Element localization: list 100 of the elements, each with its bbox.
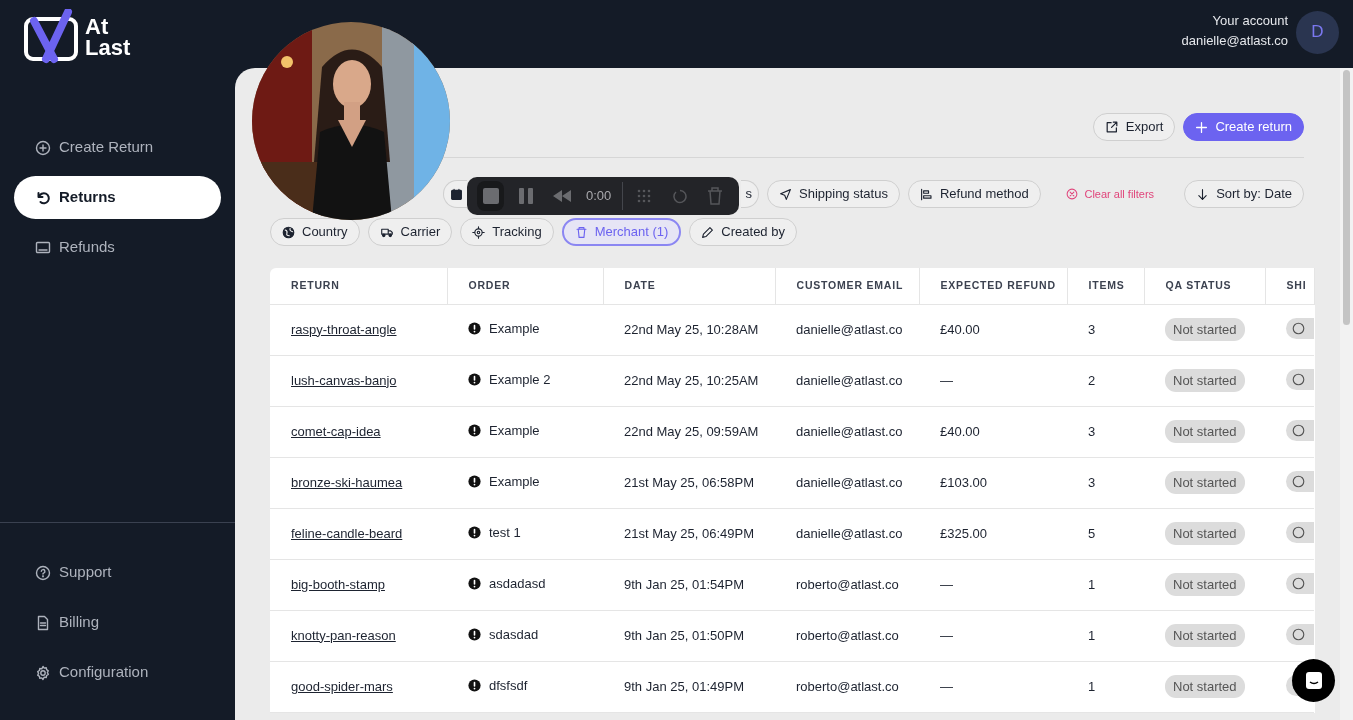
clear-icon: [1066, 188, 1079, 200]
order-name: dfsfsdf: [489, 676, 528, 695]
filter-chip[interactable]: Created by: [689, 218, 797, 246]
table-cell: danielle@atlast.co: [775, 355, 919, 406]
target-icon: [472, 225, 486, 239]
status-badge: Not started: [1165, 572, 1245, 597]
logo-icon: [24, 9, 79, 65]
create-button[interactable]: Create return: [1183, 113, 1304, 141]
sidebar-item[interactable]: Support: [14, 551, 221, 594]
status-badge: Not started: [1165, 521, 1245, 546]
table-cell: roberto@atlast.co: [775, 559, 919, 610]
status-badge: Not started: [1165, 623, 1245, 648]
table-cell: £40.00: [919, 304, 1067, 355]
order-name: asdadasd: [489, 574, 546, 593]
sidebar-item[interactable]: Billing: [14, 601, 221, 644]
status-badge: Not started: [1165, 317, 1245, 342]
account-email: danielle@atlast.co: [1181, 32, 1288, 50]
document-icon: [35, 614, 51, 631]
column-header[interactable]: EXPECTED REFUND: [919, 268, 1067, 304]
status-badge: Not started: [1165, 368, 1245, 393]
table-cell: —: [919, 355, 1067, 406]
dot-grid-icon: [636, 188, 653, 204]
export-button[interactable]: Export: [1092, 113, 1176, 141]
table-cell: 9th Jan 25, 01:49PM: [603, 661, 775, 712]
table-cell: 21st May 25, 06:49PM: [603, 508, 775, 559]
table-cell: danielle@atlast.co: [775, 508, 919, 559]
scrollbar-thumb[interactable]: [1343, 70, 1350, 325]
circle-icon: [1292, 322, 1305, 336]
table-cell: danielle@atlast.co: [775, 406, 919, 457]
order-name: Example: [489, 421, 540, 440]
circle-icon: [1292, 424, 1305, 438]
table-cell: 22nd May 25, 09:59AM: [603, 406, 775, 457]
filter-chip[interactable]: Merchant (1): [561, 218, 682, 246]
table-cell: —: [919, 661, 1067, 712]
column-header[interactable]: QA STATUS: [1144, 268, 1265, 304]
return-link[interactable]: comet-cap-idea: [291, 423, 381, 439]
filter-chip[interactable]: s: [741, 180, 759, 208]
column-header[interactable]: CUSTOMER EMAIL: [775, 268, 919, 304]
table-cell: —: [919, 559, 1067, 610]
stop-button[interactable]: [477, 181, 505, 211]
filter-chip[interactable]: Carrier: [367, 218, 453, 246]
table-cell: 22nd May 25, 10:25AM: [603, 355, 775, 406]
table-cell: danielle@atlast.co: [775, 304, 919, 355]
alert-icon: [468, 474, 481, 488]
filter-chip[interactable]: Shipping status: [767, 180, 900, 208]
table-cell: 3: [1067, 457, 1144, 508]
sidebar-item[interactable]: Create Return: [14, 126, 221, 169]
alert-icon: [468, 321, 481, 335]
globe-icon: [282, 225, 295, 239]
table-cell: 9th Jan 25, 01:50PM: [603, 610, 775, 661]
table-cell: 1: [1067, 559, 1144, 610]
return-link[interactable]: bronze-ski-haumea: [291, 474, 403, 490]
order-name: Example 2: [489, 370, 551, 389]
filter-chip[interactable]: Country: [270, 218, 360, 246]
column-header[interactable]: SHI: [1265, 268, 1314, 304]
table-cell: 9th Jan 25, 01:54PM: [603, 559, 775, 610]
column-header[interactable]: DATE: [603, 268, 775, 304]
navigation-icon: [779, 187, 792, 201]
table-cell: 5: [1067, 508, 1144, 559]
rewind-icon: [552, 190, 571, 202]
monitor-icon: [35, 239, 51, 256]
column-header[interactable]: RETURN: [270, 268, 447, 304]
column-header[interactable]: ITEMS: [1067, 268, 1144, 304]
sidebar-item[interactable]: Returns: [14, 176, 221, 219]
return-link[interactable]: good-spider-mars: [291, 678, 393, 694]
alert-icon: [468, 627, 481, 641]
return-link[interactable]: raspy-throat-angle: [291, 321, 397, 337]
alert-icon: [468, 372, 481, 386]
sort-button[interactable]: Sort by: Date: [1184, 180, 1304, 208]
table-cell: £40.00: [919, 406, 1067, 457]
return-link[interactable]: lush-canvas-banjo: [291, 372, 397, 388]
table-cell: roberto@atlast.co: [775, 661, 919, 712]
table-cell: 2: [1067, 355, 1144, 406]
sidebar-item[interactable]: Configuration: [14, 651, 221, 694]
status-badge: Not started: [1165, 674, 1245, 699]
return-link[interactable]: knotty-pan-reason: [291, 627, 396, 643]
table-cell: roberto@atlast.co: [775, 610, 919, 661]
table-cell: 22nd May 25, 10:28AM: [603, 304, 775, 355]
help-icon: [35, 564, 51, 581]
timer-text: 0:00: [584, 187, 613, 206]
plus-circle-icon: [35, 139, 51, 156]
column-header[interactable]: ORDER: [447, 268, 603, 304]
filter-chip[interactable]: [443, 180, 467, 208]
return-link[interactable]: big-booth-stamp: [291, 576, 385, 592]
alert-icon: [468, 678, 481, 692]
table-cell: danielle@atlast.co: [775, 457, 919, 508]
stop-icon: [482, 188, 499, 204]
return-link[interactable]: feline-candle-beard: [291, 525, 403, 541]
filter-chip[interactable]: Refund method: [907, 180, 1041, 208]
table-cell: 1: [1067, 661, 1144, 712]
table-cell: £325.00: [919, 508, 1067, 559]
restart-icon: [671, 188, 688, 204]
sidebar-item[interactable]: Refunds: [14, 226, 221, 269]
filter-chip[interactable]: Tracking: [460, 218, 554, 246]
circle-icon: [1292, 526, 1305, 540]
logo-text: At Last: [85, 16, 131, 58]
status-badge: Not started: [1165, 470, 1245, 495]
bin-icon: [574, 225, 588, 239]
order-name: Example: [489, 472, 540, 491]
table-cell: 3: [1067, 406, 1144, 457]
